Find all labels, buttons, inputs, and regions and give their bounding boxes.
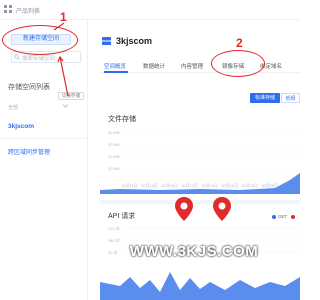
tab-overview[interactable]: 空间概览 xyxy=(104,62,126,70)
standard-storage-toggle[interactable]: 标准存储 xyxy=(250,93,280,103)
location-pin-icon xyxy=(213,197,231,221)
bucket-list-label: 存储空间列表 xyxy=(8,84,50,91)
legend-put-dot xyxy=(291,215,295,219)
legend-get: GET xyxy=(278,214,288,219)
chevron-down-icon[interactable] xyxy=(62,103,69,109)
search-placeholder: 搜索存储空间 xyxy=(22,56,56,62)
bucket-icon xyxy=(102,37,111,45)
api-panel-title: API 请求 xyxy=(108,213,136,220)
annotation-arrow-3 xyxy=(57,56,69,97)
divider xyxy=(0,138,88,139)
x-tick: 10月11日 xyxy=(121,183,138,188)
sidebar-item-bucket[interactable]: 3kjscom xyxy=(8,123,34,130)
breadcrumb[interactable]: 产品列表 xyxy=(16,6,40,15)
panel-separator xyxy=(100,200,300,204)
x-tick: 10月19日 xyxy=(201,183,218,188)
low-freq-toggle[interactable]: 低频 xyxy=(281,93,300,103)
sidebar-item-cross-region[interactable]: 跨区域同步管理 xyxy=(8,147,50,156)
page-title: 3kjscom xyxy=(116,36,153,46)
filter-select[interactable]: 全部 xyxy=(8,104,18,111)
search-icon xyxy=(14,54,20,60)
grid-icon xyxy=(4,5,12,13)
storage-panel-title: 文件存储 xyxy=(108,116,136,123)
location-pin-icon xyxy=(175,197,193,221)
watermark-text: WWW.3KJS.COM xyxy=(129,243,259,260)
active-tab-indicator xyxy=(104,71,128,73)
annotation-arrow-1 xyxy=(53,22,65,31)
x-tick: 10月23日 xyxy=(241,183,258,188)
api-area xyxy=(100,272,300,300)
annotation-circle-2 xyxy=(211,50,265,77)
tab-content[interactable]: 内容管理 xyxy=(181,62,203,70)
x-tick: 10月15日 xyxy=(161,183,178,188)
top-bar xyxy=(0,0,300,20)
x-tick: 10月13日 xyxy=(141,183,158,188)
api-chart xyxy=(100,227,300,300)
x-tick: 10月17日 xyxy=(181,183,198,188)
x-tick: 10月21日 xyxy=(221,183,238,188)
tab-statistics[interactable]: 数据统计 xyxy=(143,62,165,70)
x-tick: 10月25日 xyxy=(261,183,278,188)
legend-get-dot xyxy=(272,215,276,219)
annotation-number-2: 2 xyxy=(236,36,243,50)
